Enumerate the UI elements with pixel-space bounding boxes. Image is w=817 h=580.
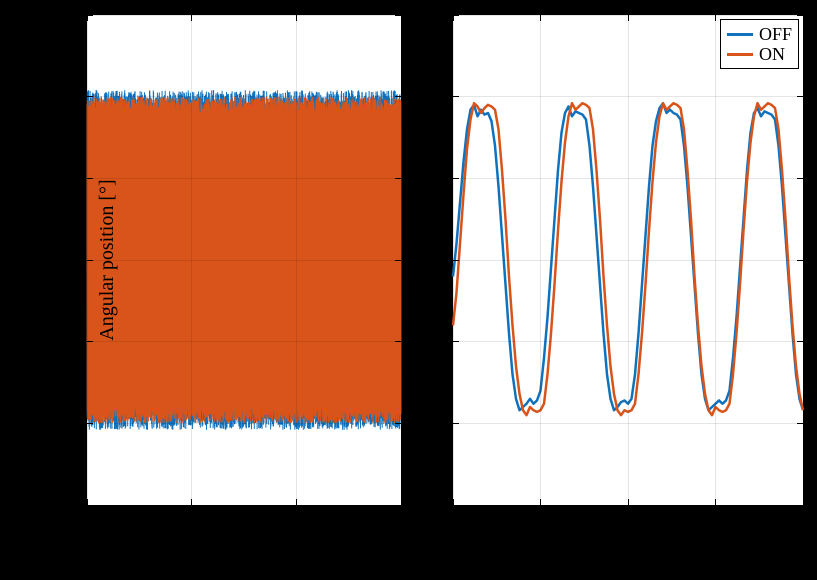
legend-entry-on: ON xyxy=(727,44,792,64)
y-tick-label: 50 xyxy=(63,168,81,189)
chart-panel-left: Time [s] Angular position [°] 0204060-15… xyxy=(86,14,402,506)
legend-swatch-off xyxy=(727,33,753,36)
figure: Time [s] Angular position [°] 0204060-15… xyxy=(0,0,817,580)
legend-label: ON xyxy=(759,44,785,64)
x-tick-label: 0 xyxy=(83,509,92,530)
x-tick-label: 0.1 xyxy=(617,509,640,530)
legend: OFF ON xyxy=(720,19,799,69)
y-tick-label: -100 xyxy=(48,413,81,434)
legend-swatch-on xyxy=(727,53,753,56)
x-axis-label: Time [s] xyxy=(594,533,662,556)
y-tick-label: 100 xyxy=(54,86,81,107)
x-tick-label: 60 xyxy=(392,509,410,530)
x-tick-label: 0.2 xyxy=(792,509,815,530)
legend-label: OFF xyxy=(759,24,792,44)
x-tick-label: 0.15 xyxy=(700,509,732,530)
legend-entry-off: OFF xyxy=(727,24,792,44)
y-tick-label: -50 xyxy=(57,331,81,352)
x-tick-label: 0.05 xyxy=(525,509,557,530)
y-tick-label: -150 xyxy=(48,495,81,516)
x-tick-label: 40 xyxy=(287,509,305,530)
x-axis-label: Time [s] xyxy=(210,533,278,556)
x-tick-label: 0 xyxy=(449,509,458,530)
x-tick-label: 20 xyxy=(183,509,201,530)
y-tick-label: 150 xyxy=(54,5,81,26)
y-tick-label: 0 xyxy=(72,250,81,271)
chart-panel-right: Time [s] OFF ON 00.050.10.150.2 xyxy=(452,14,804,506)
